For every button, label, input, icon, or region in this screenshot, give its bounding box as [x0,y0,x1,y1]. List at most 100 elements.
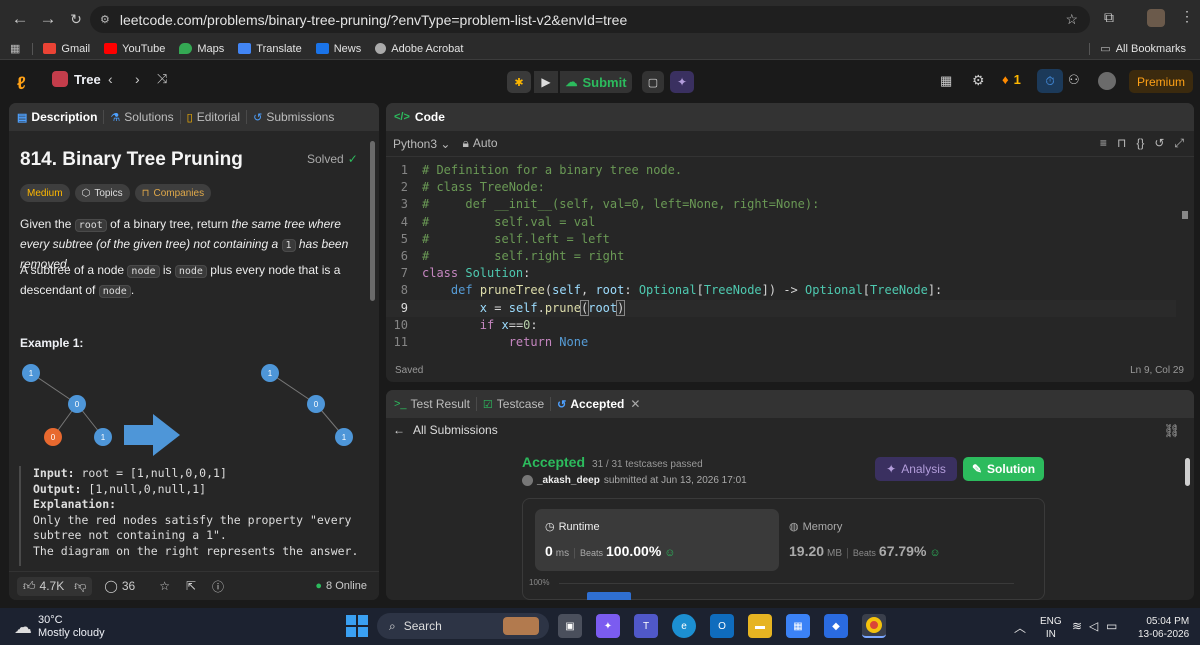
tab-description[interactable]: ▤ Description [9,110,103,124]
bookmark-maps[interactable]: Maps [179,43,224,55]
bookmark-translate[interactable]: Translate [238,43,302,55]
format-icon[interactable]: ≡ [1100,136,1107,151]
result-scrollbar[interactable] [1185,458,1190,486]
thumbs-down-icon[interactable]: 👎︎ [74,579,86,594]
timer-icon[interactable]: ⏱ [1037,69,1063,93]
language-indicator[interactable]: ENG IN [1040,615,1062,641]
chart-gridline [559,583,1014,584]
help-icon[interactable]: ⓘ [212,578,224,595]
task-view-icon[interactable]: ▣ [558,614,582,638]
ai-sparkle-icon[interactable]: ✦ [670,71,694,93]
tab-submissions[interactable]: ↺ Submissions [247,110,340,124]
debug-button[interactable]: ✱ [507,71,531,93]
chrome-icon[interactable] [862,614,886,638]
autocomplete-toggle[interactable]: 🔒︎ Auto [462,136,497,151]
outlook-icon[interactable]: O [710,614,734,638]
expand-icon[interactable]: ⤢ [1174,136,1184,151]
profile-avatar[interactable] [1147,9,1165,27]
copilot-icon[interactable]: ✦ [596,614,620,638]
bookmark-gmail[interactable]: Gmail [43,43,90,55]
code-line: 3 # def __init__(self, val=0, left=None, … [400,197,820,212]
bookmark-star-icon[interactable]: ☆ [1065,11,1078,28]
tab-test-result[interactable]: >_ Test Result [386,397,476,411]
link-icon[interactable]: ⛓ [1163,423,1180,439]
clock[interactable]: 05:04 PM 13-06-2026 [1138,615,1189,641]
bookmark-icon[interactable]: ⊓ [1117,136,1126,151]
fire-icon: ♦ [1002,72,1009,87]
all-submissions-link[interactable]: ← All Submissions [393,423,498,437]
youtube-icon [104,43,118,54]
bookmark-news[interactable]: News [315,43,361,55]
settings-icon[interactable]: ⚙ [972,72,985,89]
tab-accepted[interactable]: ↺ Accepted ✕ [551,397,646,411]
file-explorer-icon[interactable]: ▬ [748,614,772,638]
back-icon[interactable]: ← [6,5,34,33]
memory-card[interactable]: ◍ Memory 19.20 MB | Beats 67.79% ☺ [779,509,1023,571]
battery-icon[interactable]: ▭ [1106,619,1117,633]
weather-widget[interactable]: ☁ 30°C Mostly cloudy [14,614,105,640]
extensions-icon[interactable]: ⧉ [1104,9,1114,26]
share-icon[interactable]: ⇱ [186,579,196,593]
edge-icon[interactable]: e [672,614,696,638]
online-count: ● 8 Online [315,580,367,592]
companies-button[interactable]: ⊓ Companies [134,184,212,202]
streak-counter[interactable]: ♦ 1 [1002,72,1021,87]
store-icon[interactable]: ▦ [786,614,810,638]
close-icon[interactable]: ✕ [630,397,640,411]
comments-button[interactable]: ◯ 36 [104,579,135,593]
braces-icon[interactable]: {} [1136,136,1144,151]
star-icon[interactable]: ☆ [159,579,170,593]
layout-icon[interactable]: ▦ [940,73,952,89]
editor-statusbar: Saved Ln 9, Col 29 [395,365,1184,376]
difficulty-badge[interactable]: Medium [20,184,70,202]
shuffle-icon[interactable]: ⤨ [157,71,167,87]
reload-icon[interactable]: ↻ [62,5,90,33]
tray-overflow-icon[interactable]: ︿ [1014,619,1026,636]
leetcode-logo[interactable]: ℓ [17,73,26,94]
cloud-upload-icon: ☁ [565,75,578,89]
reset-icon[interactable]: ↺ [1154,136,1164,151]
notes-icon[interactable]: ▢ [642,71,664,93]
bookmark-youtube[interactable]: YouTube [104,43,165,55]
tab-testcase[interactable]: ☑ Testcase [477,397,550,411]
wifi-icon[interactable]: ≋ [1072,619,1082,633]
premium-button[interactable]: Premium [1129,70,1193,93]
teams-icon[interactable]: T [634,614,658,638]
search-highlight-image [503,617,539,635]
start-button[interactable] [346,615,368,637]
menu-icon[interactable]: ⋮ [1180,8,1194,25]
analysis-button[interactable]: ✦ Analysis [875,457,957,481]
tab-solutions[interactable]: ⚗ Solutions [104,110,179,124]
problem-title[interactable]: 814. Binary Tree Pruning [20,149,243,171]
add-friend-icon[interactable]: ⚇ [1068,72,1080,88]
code-line: 10 if x==0: [393,317,538,332]
language-select[interactable]: Python3 ⌄ [393,137,450,151]
tab-editorial[interactable]: ▯ Editorial [181,110,246,124]
volume-icon[interactable]: ◁ [1089,619,1098,633]
result-tabbar: >_ Test Result ☑ Testcase ↺ Accepted ✕ [386,390,1194,418]
site-info-icon[interactable]: ⚙ [100,13,110,26]
description-scrollbar[interactable] [370,141,375,301]
code-editor[interactable]: 1 # Definition for a binary tree node. 2 #… [386,162,1176,352]
run-button[interactable]: ▶ [534,71,558,93]
forward-icon[interactable]: → [34,5,62,33]
submit-button[interactable]: ☁ Submit [560,71,632,93]
apps-icon[interactable]: ▦ [10,42,20,55]
example-block: Input: root = [1,null,0,0,1] Output: [1,… [19,466,365,566]
like-button[interactable]: 👍︎ 4.7K 👎︎ [17,576,93,596]
topics-button[interactable]: ⬡ Topics [74,184,130,202]
user-avatar[interactable] [1098,72,1116,90]
all-bookmarks[interactable]: ▭ All Bookmarks [1089,42,1186,55]
next-problem-icon[interactable]: › [135,71,140,87]
address-bar[interactable]: ⚙ leetcode.com/problems/binary-tree-prun… [90,6,1090,33]
prev-problem-icon[interactable]: ‹ [108,71,113,87]
runtime-card[interactable]: ◷ Runtime 0 ms | Beats 100.00% ☺ [535,509,779,571]
pc-manager-icon[interactable]: ◆ [824,614,848,638]
solution-button[interactable]: ✎ Solution [963,457,1044,481]
bookmark-adobe-acrobat[interactable]: Adobe Acrobat [375,43,463,55]
chart-bar[interactable] [587,592,631,600]
chart-tick-label: 100% [529,578,550,587]
problem-list-button[interactable]: Tree [52,71,101,87]
taskbar-search[interactable]: ⌕ Search [377,613,549,639]
submitter-info: _akash_deep submitted at Jun 13, 2026 17… [522,475,747,486]
